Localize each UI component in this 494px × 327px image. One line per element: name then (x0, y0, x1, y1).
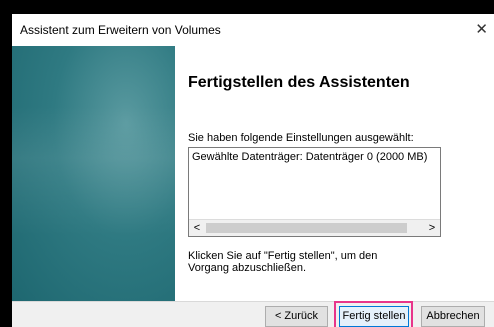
close-icon[interactable]: ✕ (475, 22, 488, 37)
page-title: Fertigstellen des Assistenten (188, 74, 410, 91)
back-button[interactable]: < Zurück (265, 306, 328, 327)
window-title: Assistent zum Erweitern von Volumes (20, 23, 221, 37)
settings-line: Gewählte Datenträger: Datenträger 0 (200… (192, 151, 428, 163)
wizard-side-panel (12, 46, 175, 301)
scroll-right-arrow-icon[interactable]: > (424, 220, 440, 236)
finish-button[interactable]: Fertig stellen (339, 306, 409, 327)
settings-textbox[interactable]: Gewählte Datenträger: Datenträger 0 (200… (188, 147, 441, 237)
wizard-content: Fertigstellen des Assistenten Sie haben … (175, 46, 494, 301)
title-bar: Assistent zum Erweitern von Volumes ✕ (12, 14, 494, 46)
footer-divider (12, 301, 494, 302)
cancel-button[interactable]: Abbrechen (421, 306, 485, 327)
wizard-window: Assistent zum Erweitern von Volumes ✕ Fe… (12, 14, 494, 327)
horizontal-scrollbar[interactable]: < > (189, 219, 440, 236)
settings-label: Sie haben folgende Einstellungen ausgewä… (188, 132, 414, 144)
side-panel-decoration (12, 106, 175, 236)
scroll-left-arrow-icon[interactable]: < (189, 220, 205, 236)
scroll-thumb[interactable] (206, 223, 407, 233)
finish-instruction: Klicken Sie auf "Fertig stellen", um den… (188, 250, 378, 274)
